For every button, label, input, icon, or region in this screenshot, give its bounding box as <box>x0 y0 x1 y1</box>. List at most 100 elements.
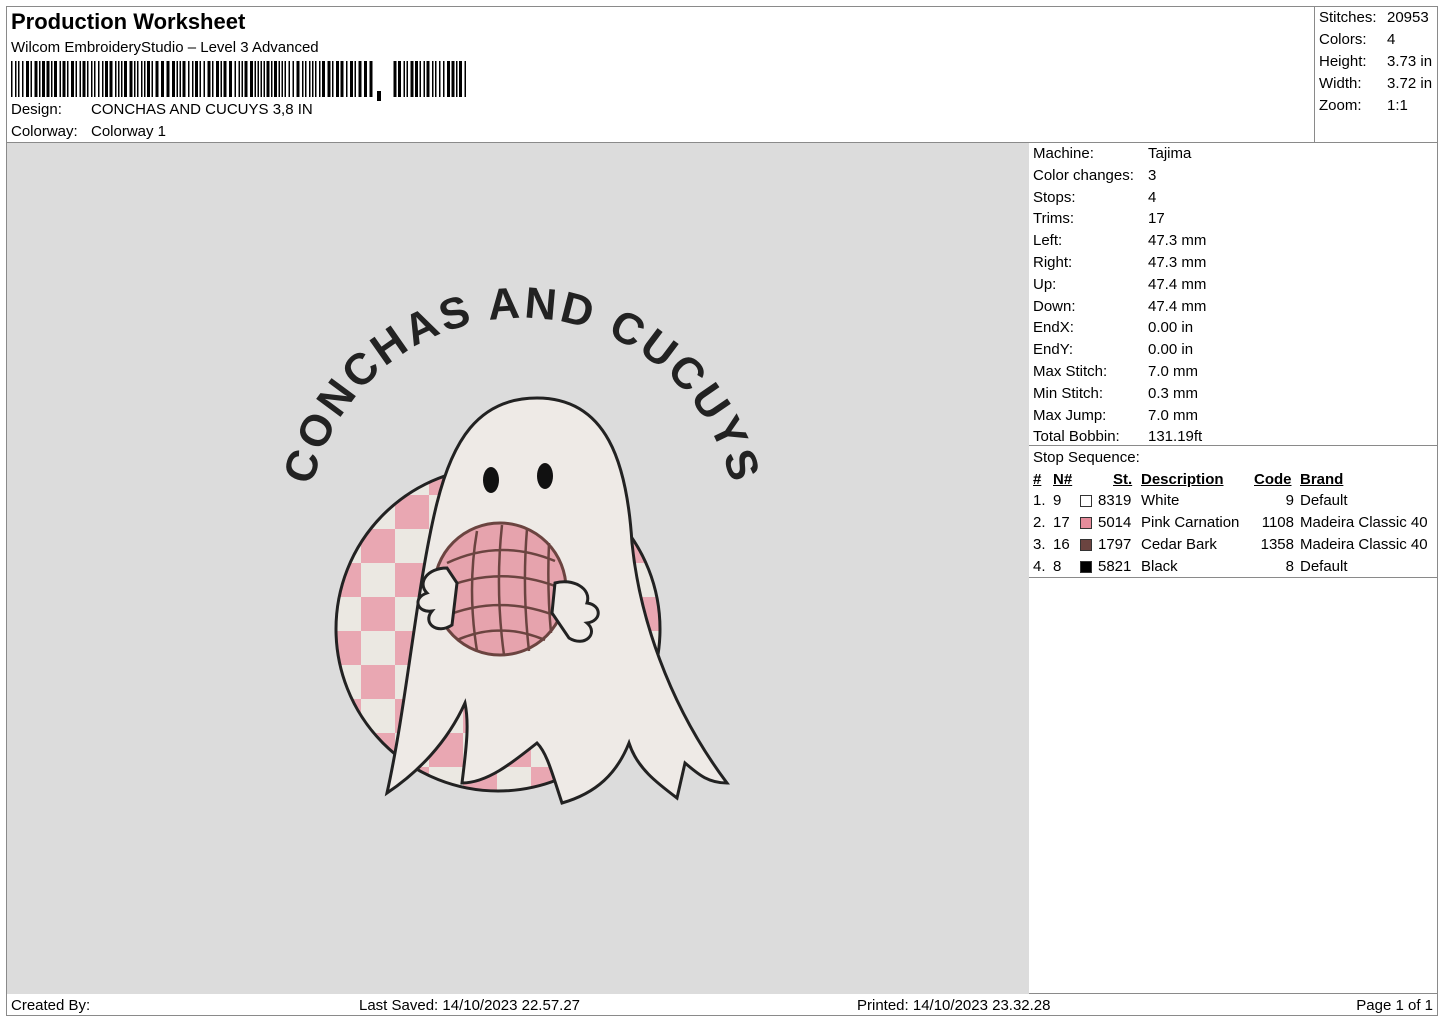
design-value: CONCHAS AND CUCUYS 3,8 IN <box>91 101 313 118</box>
summary-key: Height: <box>1319 53 1367 70</box>
barcode-bar <box>410 61 414 97</box>
barcode-bar <box>229 61 232 97</box>
barcode-bar <box>278 61 280 97</box>
barcode-bar <box>451 61 455 97</box>
barcode-bar <box>312 61 314 97</box>
barcode-bar <box>147 61 150 97</box>
barcode-bar <box>124 61 127 97</box>
barcode-bar <box>192 61 194 97</box>
software-name: Wilcom EmbroideryStudio – Level 3 Advanc… <box>11 39 319 56</box>
barcode-bar <box>212 61 214 97</box>
barcode-bar <box>346 61 348 97</box>
row-stitches: 5014 <box>1098 514 1132 531</box>
info-key: Min Stitch: <box>1033 384 1104 402</box>
barcode-bar <box>336 61 339 97</box>
checker-tile <box>667 597 701 631</box>
page-number: Page 1 of 1 <box>1356 997 1433 1014</box>
info-value: 47.3 mm <box>1148 254 1207 271</box>
row-num: 2. <box>1033 514 1046 531</box>
color-swatch <box>1080 561 1092 573</box>
checker-tile <box>531 801 565 835</box>
checker-tile <box>336 733 361 767</box>
barcode-bar <box>105 61 108 97</box>
barcode-bar <box>403 61 405 97</box>
barcode-bar <box>419 61 421 97</box>
barcode-bar <box>67 61 69 97</box>
barcode-bar <box>54 61 57 97</box>
row-brand: Madeira Classic 40 <box>1300 514 1428 531</box>
barcode-bar <box>216 61 219 97</box>
checker-tile <box>667 563 701 597</box>
barcode-bar <box>102 61 104 97</box>
barcode-bar <box>296 61 300 97</box>
barcode-mark <box>377 91 381 101</box>
barcode-bar <box>82 61 86 97</box>
barcode-bar <box>223 61 227 97</box>
checker-tile <box>667 631 701 665</box>
row-brand: Madeira Classic 40 <box>1300 536 1428 553</box>
checker-tile <box>667 461 701 495</box>
barcode-bar <box>288 61 290 97</box>
checker-tile <box>667 529 701 563</box>
barcode-bar <box>426 61 430 97</box>
row-needle: 17 <box>1053 514 1070 531</box>
barcode-bar <box>447 61 450 97</box>
checker-tile <box>565 801 599 835</box>
barcode-bar <box>305 61 307 97</box>
checker-tile <box>336 529 361 563</box>
barcode-bar <box>134 61 136 97</box>
barcode-bar <box>207 61 211 97</box>
summary-value: 3.72 in <box>1387 75 1433 92</box>
stop-sequence-table: # N# St. Description Code Brand 1. 9 831… <box>1033 471 1437 575</box>
ghost-right-eye <box>537 463 553 489</box>
barcode-bar <box>358 61 362 97</box>
info-value: 47.4 mm <box>1148 275 1207 293</box>
barcode-bar <box>18 61 20 97</box>
barcode-bar <box>266 61 270 97</box>
col-num: # <box>1033 471 1042 488</box>
barcode-bar <box>354 61 356 97</box>
checker-tile <box>361 665 395 699</box>
info-value: 17 <box>1148 210 1165 228</box>
checker-tile <box>633 495 660 529</box>
row-needle: 16 <box>1053 536 1070 553</box>
row-description: Pink Carnation <box>1141 514 1240 531</box>
colorway-label: Colorway: <box>11 123 78 140</box>
summary-key: Colors: <box>1319 31 1367 48</box>
checker-tile <box>361 495 395 529</box>
barcode-bar <box>369 61 373 97</box>
info-key: Down: <box>1033 297 1076 315</box>
design-label: Design: <box>11 101 62 118</box>
barcode-bar <box>244 61 248 97</box>
info-value: 47.3 mm <box>1148 232 1207 250</box>
summary-value: 3.73 in <box>1387 53 1433 70</box>
row-brand: Default <box>1300 492 1348 509</box>
barcode-bar <box>443 61 445 97</box>
colorway-value: Colorway 1 <box>91 123 167 140</box>
barcode-bar <box>91 61 93 97</box>
barcode-bar <box>59 61 61 97</box>
printed-date: Printed: 14/10/2023 23.32.28 <box>857 997 1051 1014</box>
info-value: 7.0 mm <box>1148 363 1199 380</box>
barcode-bar <box>121 61 123 97</box>
barcode-bar <box>141 61 143 97</box>
checker-tile <box>599 801 633 835</box>
design-row: Design: CONCHAS AND CUCUYS 3,8 IN <box>11 101 313 118</box>
row-brand: Default <box>1300 558 1348 575</box>
barcode-bar <box>182 61 186 97</box>
checker-tile <box>336 467 361 495</box>
design-preview: CONCHAS AND CUCUYS <box>274 278 767 835</box>
checker-tile <box>633 467 660 495</box>
barcode-bar <box>432 61 434 97</box>
color-swatch <box>1080 539 1092 551</box>
barcode-bar <box>435 61 437 97</box>
barcode-bar <box>39 61 41 97</box>
barcode-bar <box>34 61 38 97</box>
barcode-bar <box>340 61 344 97</box>
barcode-bar <box>250 61 253 97</box>
checker-tile <box>327 801 361 835</box>
summary-key: Stitches: <box>1319 9 1377 26</box>
worksheet-title: Production Worksheet <box>11 9 246 34</box>
barcode-bar <box>415 61 418 97</box>
barcode-bar <box>439 61 441 97</box>
